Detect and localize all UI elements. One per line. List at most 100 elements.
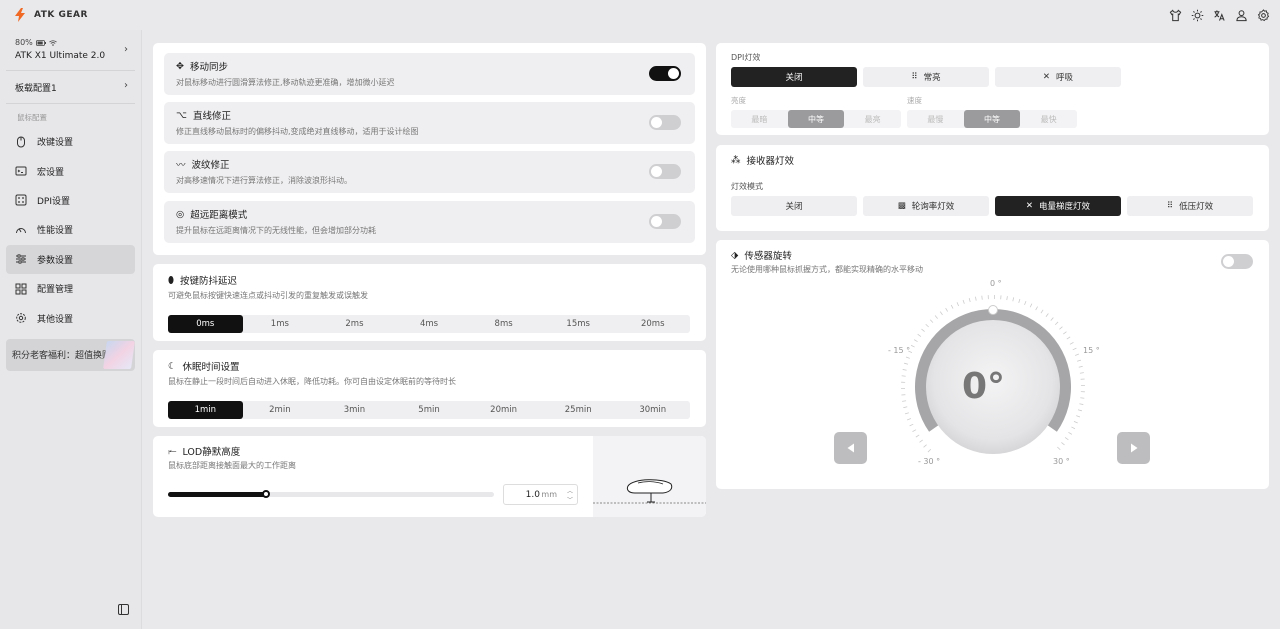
long-distance-toggle[interactable] — [649, 214, 681, 229]
sidebar-item-parameters[interactable]: 参数设置 — [6, 244, 135, 274]
lod-value[interactable]: 1.0 — [526, 490, 540, 500]
sleep-option[interactable]: 2min — [243, 401, 318, 419]
chevron-right-icon: › — [124, 44, 128, 55]
breathe-icon: ✕ — [1042, 72, 1051, 82]
debounce-option[interactable]: 20ms — [615, 315, 690, 333]
sleep-panel: ☾ 休眠时间设置 鼠标在静止一段时间后自动进入休眠，降低功耗。你可自由设定休眠前的… — [153, 350, 706, 427]
sensor-title: 传感器旋转 — [744, 251, 792, 262]
debounce-desc: 可避免鼠标按键快速连点或抖动引发的重复触发或误触发 — [168, 291, 368, 300]
ripple-control-toggle[interactable] — [649, 164, 681, 179]
sleep-option[interactable]: 30min — [615, 401, 690, 419]
profile-selector[interactable]: 板载配置1 › — [0, 71, 141, 103]
promo-banner[interactable]: 积分老客福利：超值换购 — [6, 338, 135, 371]
stepper-down-icon[interactable]: ﹀ — [567, 495, 573, 504]
sidebar-collapse-icon[interactable] — [118, 604, 129, 615]
shirt-icon[interactable] — [1168, 8, 1182, 22]
promo-text: 积分老客福利：超值换购 — [12, 351, 112, 362]
debounce-option[interactable]: 4ms — [392, 315, 467, 333]
feature-angle-snap: ⌥ 直线修正 修正直线移动鼠标时的偏移抖动,变成绝对直线移动，适用于设计绘图 — [164, 102, 695, 144]
move-icon: ✥ — [176, 60, 184, 72]
sleep-segmented: 1min 2min 3min 5min 20min 25min 30min — [168, 401, 690, 419]
debounce-option[interactable]: 8ms — [466, 315, 541, 333]
sliders-icon — [15, 253, 27, 265]
stepper-up-icon[interactable]: ︿ — [567, 486, 573, 495]
angle-snap-toggle[interactable] — [649, 115, 681, 130]
mouse-icon — [15, 136, 27, 148]
sleep-option[interactable]: 25min — [541, 401, 616, 419]
device-selector[interactable]: 80% ATK X1 Ultimate 2.0 › — [0, 30, 141, 70]
sidebar-item-macro[interactable]: 宏设置 — [6, 156, 135, 185]
sidebar-item-keymap[interactable]: 改键设置 — [6, 127, 135, 156]
top-bar: ATK GEAR — [0, 0, 1280, 30]
dots-icon: ⠿ — [1166, 201, 1174, 211]
sleep-option[interactable]: 20min — [466, 401, 541, 419]
bolt-logo-icon — [15, 8, 25, 22]
speed-label: 速度 — [907, 96, 922, 105]
translate-icon[interactable] — [1212, 8, 1226, 22]
wifi-icon — [49, 39, 57, 46]
play-right-icon — [1130, 443, 1137, 453]
user-icon[interactable] — [1234, 8, 1248, 22]
motion-sync-toggle[interactable] — [649, 66, 681, 81]
sidebar-item-config-manage[interactable]: 配置管理 — [6, 274, 135, 303]
sleep-option[interactable]: 3min — [317, 401, 392, 419]
features-panel: ✥ 移动同步 对鼠标移动进行圆滑算法修正,移动轨迹更准确，增加微小延迟 ⌥ 直线修正… — [153, 43, 706, 255]
debounce-option[interactable]: 1ms — [243, 315, 318, 333]
sleep-option[interactable]: 5min — [392, 401, 467, 419]
lod-slider-handle[interactable] — [261, 490, 270, 498]
dpi-light-off-button[interactable]: 关闭 — [731, 67, 857, 87]
lod-stepper[interactable]: 1.0 mm ︿ ﹀ — [503, 484, 578, 505]
sleep-desc: 鼠标在静止一段时间后自动进入休眠，降低功耗。你可自由设定休眠前的等待时长 — [168, 377, 456, 386]
lod-slider[interactable] — [168, 490, 494, 498]
receiver-polling-button[interactable]: ▩ 轮询率灯效 — [863, 196, 989, 216]
lod-illustration — [593, 436, 706, 517]
gear-icon[interactable] — [1256, 8, 1270, 22]
tag-icon: ⬗ — [731, 249, 739, 261]
sleep-option[interactable]: 1min — [168, 401, 243, 419]
speed-option[interactable]: 最慢 — [907, 110, 964, 128]
dpi-light-breathe-button[interactable]: ✕ 呼吸 — [995, 67, 1121, 87]
device-name: ATK X1 Ultimate 2.0 — [15, 51, 106, 61]
debounce-option[interactable]: 15ms — [541, 315, 616, 333]
brightness-option[interactable]: 最暗 — [731, 110, 788, 128]
receiver-lowvolt-button[interactable]: ⠿ 低压灯效 — [1127, 196, 1253, 216]
sun-icon[interactable] — [1190, 8, 1204, 22]
feature-motion-sync: ✥ 移动同步 对鼠标移动进行圆滑算法修正,移动轨迹更准确，增加微小延迟 — [164, 53, 695, 95]
brightness-option[interactable]: 最亮 — [844, 110, 901, 128]
sidebar-item-performance[interactable]: 性能设置 — [6, 215, 135, 244]
dots-icon: ⠿ — [911, 72, 918, 82]
receiver-off-button[interactable]: 关闭 — [731, 196, 857, 216]
height-icon: ⥒ — [168, 445, 177, 457]
brand-name: ATK GEAR — [34, 10, 88, 20]
debounce-panel: ⬮ 按键防抖延迟 可避免鼠标按键快速连点或抖动引发的重复触发或误触发 0ms 1ms… — [153, 264, 706, 341]
dial-handle[interactable] — [988, 305, 998, 315]
sidebar-item-other-settings[interactable]: 其他设置 — [6, 303, 135, 332]
rotate-right-button[interactable] — [1117, 432, 1150, 464]
sidebar: 80% ATK X1 Ultimate 2.0 › 板载配置1 › 鼠标配置 改… — [0, 30, 142, 629]
sensor-desc: 无论使用哪种鼠标抓握方式，都能实现精确的水平移动 — [731, 265, 923, 274]
receiver-battery-button[interactable]: ✕ 电量梯度灯效 — [995, 196, 1121, 216]
mouse-lod-icon — [593, 479, 706, 504]
lod-unit: mm — [541, 490, 557, 499]
lod-slider-fill — [168, 492, 266, 497]
dpi-light-steady-button[interactable]: ⠿ 常亮 — [863, 67, 989, 87]
debounce-option[interactable]: 2ms — [317, 315, 392, 333]
dpi-light-label: DPI灯效 — [731, 53, 761, 62]
receiver-light-panel: ⁂ 接收器灯效 灯效模式 关闭 ▩ 轮询率灯效 ✕ 电量梯度灯效 ⠿ 低压灯效 — [716, 145, 1269, 231]
dial-label-top: 0 ° — [990, 279, 1002, 288]
receiver-icon: ⁂ — [731, 154, 741, 166]
debounce-option[interactable]: 0ms — [168, 315, 243, 333]
sidebar-item-dpi[interactable]: DPI设置 — [6, 186, 135, 215]
section-label: 鼠标配置 — [17, 113, 47, 122]
dial-label-bottom-left: - 30 ° — [918, 457, 941, 466]
dial-angle: 0° — [962, 366, 1006, 407]
fingerprint-icon: ◎ — [176, 208, 185, 220]
rotate-left-button[interactable] — [834, 432, 867, 464]
sensor-rotation-toggle[interactable] — [1221, 254, 1253, 269]
speed-option[interactable]: 最快 — [1020, 110, 1077, 128]
sensor-rotation-panel: ⬗ 传感器旋转 无论使用哪种鼠标抓握方式，都能实现精确的水平移动 0° 0 ° -… — [716, 240, 1269, 489]
sidebar-nav: 改键设置 宏设置 DPI设置 性能设置 参数设置 配置管理 其他设置 — [0, 127, 141, 333]
dial-label-left: - 15 ° — [888, 346, 911, 355]
brightness-option[interactable]: 中等 — [787, 110, 845, 128]
speed-option[interactable]: 中等 — [963, 110, 1021, 128]
